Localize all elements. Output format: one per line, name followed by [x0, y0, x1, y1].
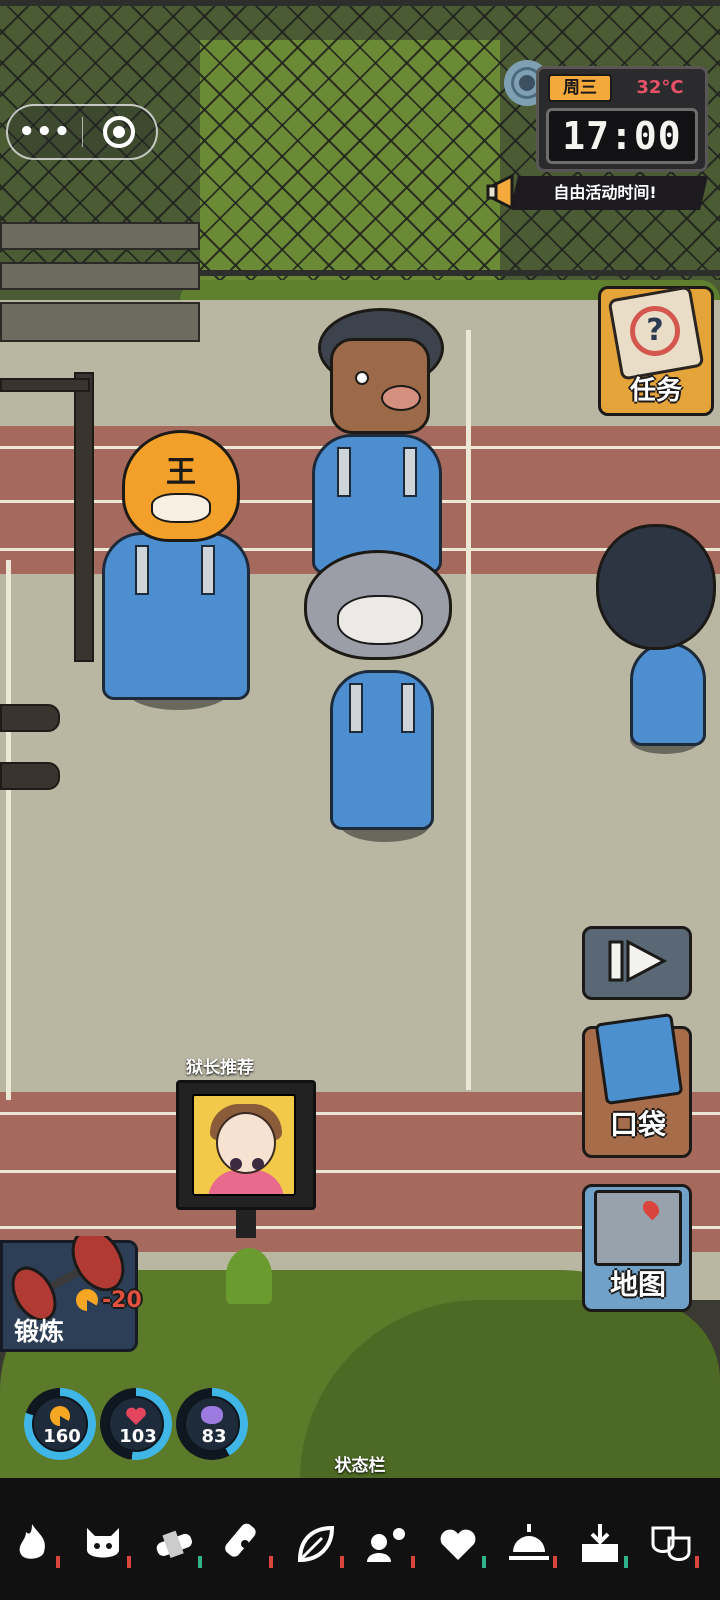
bench [0, 262, 200, 290]
theater-masks-icon[interactable] [647, 1520, 695, 1568]
bench [0, 302, 200, 342]
uniform-stripe [135, 545, 149, 595]
exercise-cost: -20 [76, 1286, 168, 1314]
uniform-stripe [349, 683, 363, 733]
pig-eye [355, 371, 369, 385]
mini-program-capsule: ••• [6, 104, 158, 160]
pig-mask-inmate[interactable] [306, 308, 456, 578]
gauge-face: 103 [108, 1396, 164, 1452]
stamina-icon [50, 1406, 70, 1426]
wolf-mask [304, 550, 452, 660]
parallel-bar [0, 762, 60, 790]
wolf-muzzle [337, 595, 423, 645]
court-line [6, 560, 11, 1100]
hooded-head [596, 524, 716, 650]
pocket-card-icon [594, 1012, 684, 1106]
tiger-mask-inmate[interactable]: 王 [96, 420, 256, 720]
pocket-label: 口袋 [609, 1108, 666, 1141]
target-dot [113, 126, 126, 138]
close-target-button[interactable] [83, 116, 157, 148]
temperature-label: 32°C [636, 77, 684, 98]
inmate-uniform [102, 532, 250, 700]
wolf-mask-inmate[interactable] [300, 550, 460, 850]
bandage-icon[interactable] [150, 1520, 198, 1568]
pull-up-bar [0, 378, 90, 392]
status-indicator [553, 1556, 557, 1568]
status-indicator [56, 1556, 60, 1568]
tiger-mask: 王 [122, 430, 240, 542]
pig-snout [381, 385, 421, 411]
stamina-icon [76, 1289, 98, 1311]
quest-label: 任务 [629, 376, 682, 406]
inmate-uniform [630, 642, 706, 746]
art-face [216, 1112, 276, 1174]
art-eye [252, 1158, 264, 1170]
exercise-cost-value: -20 [102, 1287, 142, 1313]
download-box-icon[interactable] [576, 1520, 624, 1568]
uniform-stripe [401, 683, 415, 733]
brain-gauge[interactable]: 83 [176, 1388, 248, 1460]
map-icon [594, 1190, 682, 1266]
recommended-game-art[interactable] [192, 1094, 296, 1196]
plant-sprout [226, 1248, 272, 1304]
status-indicator [695, 1556, 699, 1568]
game-time: 17:00 [546, 108, 698, 164]
status-bar-title: 状态栏 [334, 1456, 386, 1476]
uniform-stripe [337, 447, 351, 497]
fence-rail-top [0, 0, 720, 6]
cat-mask-icon[interactable] [79, 1520, 127, 1568]
gauge-face: 83 [184, 1396, 240, 1452]
parallel-bar [0, 704, 60, 732]
bench [0, 222, 200, 250]
sign-post [236, 1210, 256, 1238]
pull-up-bar-post [74, 372, 94, 662]
heart-hands-icon[interactable] [434, 1520, 482, 1568]
fast-forward-icon [608, 939, 668, 983]
megaphone-icon [486, 173, 528, 211]
tiger-snout [151, 493, 211, 523]
tiger-mask-mark: 王 [166, 455, 196, 490]
day-badge: 周三 [548, 74, 612, 102]
health-gauge[interactable]: 103 [100, 1388, 172, 1460]
stamina-gauge[interactable]: 160 [24, 1388, 96, 1460]
sunrise-icon[interactable] [505, 1520, 553, 1568]
map-label: 地图 [609, 1268, 666, 1301]
status-indicator [269, 1556, 273, 1568]
status-indicator [624, 1556, 628, 1568]
status-indicator [411, 1556, 415, 1568]
fire-icon[interactable] [8, 1520, 56, 1568]
gauge-face: 160 [32, 1396, 88, 1452]
uniform-stripe [403, 447, 417, 497]
status-indicator [340, 1556, 344, 1568]
status-indicator [127, 1556, 131, 1568]
shadow-inmate[interactable] [590, 518, 720, 758]
plaster-icon[interactable] [221, 1520, 269, 1568]
art-eye [230, 1158, 242, 1170]
court-line [466, 330, 471, 1090]
exercise-label: 锻炼 [14, 1317, 65, 1346]
uniform-stripe [201, 545, 215, 595]
brain-icon [201, 1406, 223, 1424]
stamina-value: 160 [43, 1426, 81, 1447]
more-dots-icon[interactable]: ••• [8, 104, 82, 160]
status-indicator [198, 1556, 202, 1568]
announcement-text: 自由活动时间! [553, 183, 657, 202]
pig-mask [330, 338, 430, 434]
health-value: 103 [119, 1426, 157, 1447]
gear-hole [519, 75, 535, 91]
track-line [0, 1170, 720, 1173]
brain-value: 83 [201, 1426, 227, 1447]
prison-yard-scene: 王 [0, 0, 720, 1600]
question-mark: ? [630, 306, 680, 356]
sun-person-icon[interactable] [363, 1520, 411, 1568]
target-circle-icon [103, 116, 136, 148]
recommendation-title: 狱长推荐 [186, 1058, 254, 1078]
inmate-uniform [330, 670, 434, 830]
leaf-icon[interactable] [292, 1520, 340, 1568]
status-indicator [482, 1556, 486, 1568]
